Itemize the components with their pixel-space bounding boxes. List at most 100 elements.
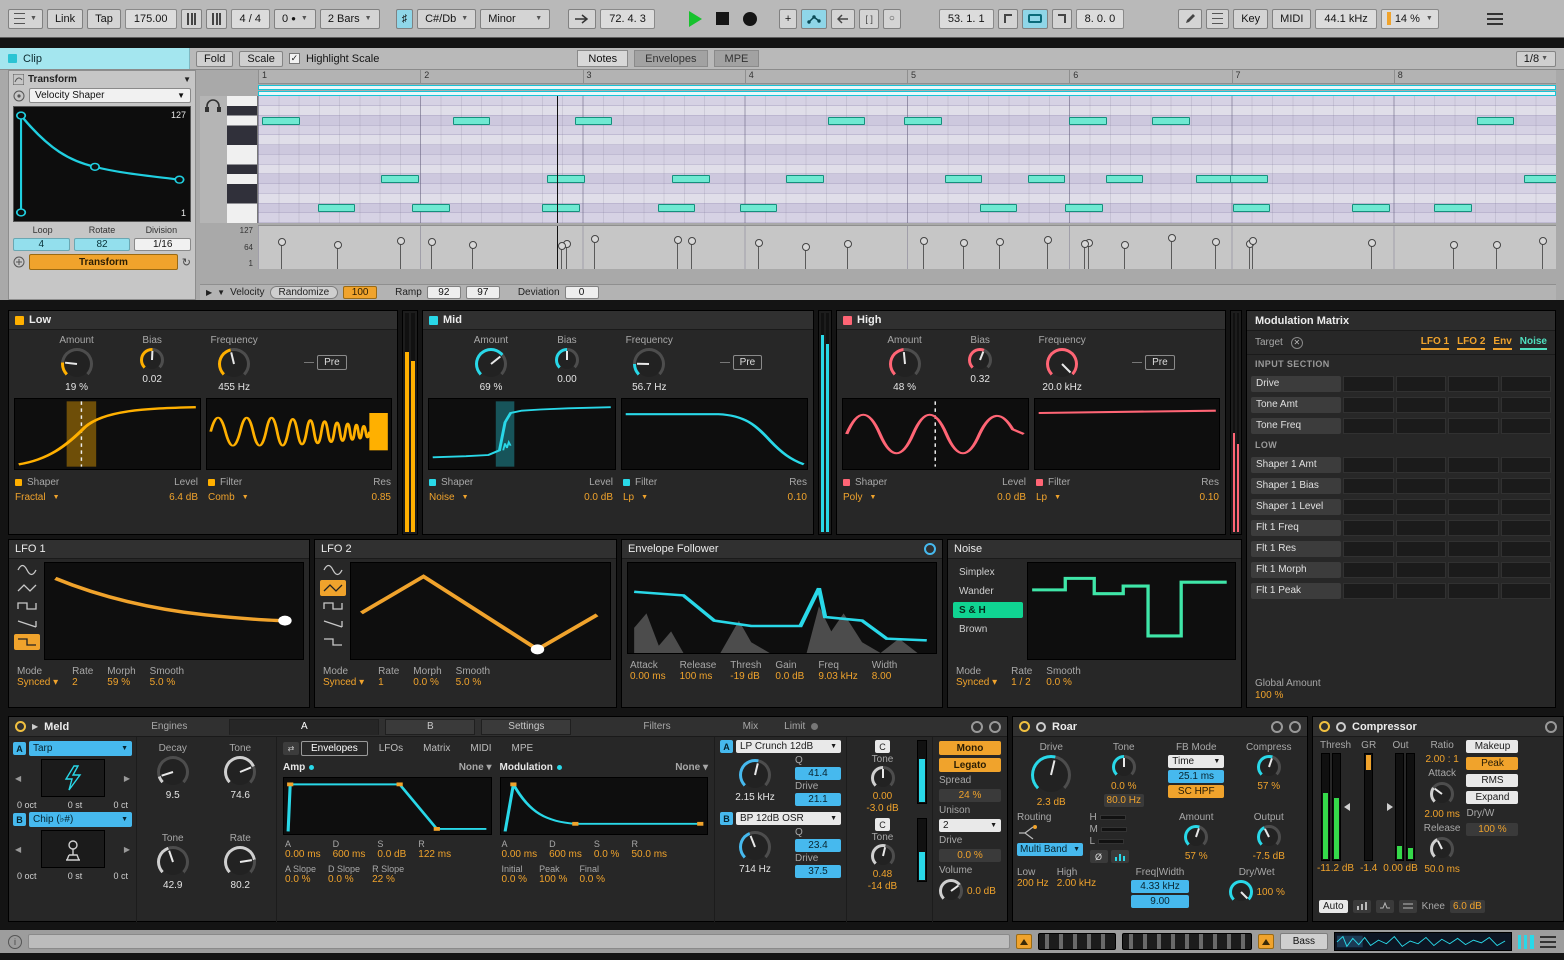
amp-envelope-display[interactable] (283, 777, 492, 835)
param-value[interactable]: 8.00 (872, 671, 898, 682)
midi-note[interactable] (318, 204, 356, 212)
fb-time-value[interactable]: 25.1 ms (1168, 770, 1224, 783)
bias-knob[interactable] (140, 348, 164, 372)
lfo-shape-triangle-icon[interactable] (320, 580, 346, 596)
velocity-marker[interactable] (1252, 241, 1253, 269)
transform-apply-button[interactable]: Transform (29, 254, 178, 270)
pre-toggle[interactable]: Pre (304, 355, 347, 370)
matrix-cell[interactable] (1501, 457, 1552, 473)
peak-button[interactable]: Peak (1466, 757, 1518, 770)
matrix-cell[interactable] (1396, 376, 1447, 392)
matrix-cell[interactable] (1396, 499, 1447, 515)
rate-value[interactable]: 1 (378, 677, 399, 688)
grid-size-menu[interactable]: 1/8▼ (1516, 51, 1556, 67)
compress-knob[interactable] (1257, 755, 1281, 779)
velocity-marker[interactable] (1453, 245, 1454, 269)
unison-select[interactable]: 2▼ (939, 819, 1001, 832)
transfer-curve-view-icon[interactable] (1353, 900, 1371, 913)
dry-wet-knob[interactable] (1229, 880, 1253, 904)
record-button[interactable] (743, 12, 757, 26)
tab-mpe[interactable]: MPE (714, 50, 760, 67)
matrix-cell[interactable] (1343, 376, 1394, 392)
rms-button[interactable]: RMS (1466, 774, 1518, 787)
grid-icon[interactable] (1206, 9, 1229, 29)
matrix-cell[interactable] (1343, 541, 1394, 557)
amount-value[interactable]: 19 % (65, 382, 88, 393)
matrix-target-name[interactable]: Flt 1 Res (1251, 541, 1341, 557)
macro-knob[interactable] (157, 756, 189, 788)
output-knob[interactable] (1257, 825, 1281, 849)
matrix-cell[interactable] (1501, 478, 1552, 494)
frequency-knob[interactable] (1046, 348, 1078, 380)
midi-note[interactable] (828, 117, 866, 125)
transform-section-header[interactable]: Transform▼ (13, 74, 191, 85)
options-menu-icon[interactable]: ▼ (8, 9, 43, 29)
nudge-up-icon[interactable] (206, 9, 227, 29)
volume-value[interactable]: 0.0 dB (967, 886, 996, 897)
legato-button[interactable]: Legato (939, 758, 1001, 772)
input-meter-l[interactable] (1321, 753, 1330, 861)
noise-waveform-display[interactable] (1027, 562, 1236, 660)
velocity-marker[interactable] (594, 239, 595, 269)
ab-compare-icon[interactable] (1036, 722, 1046, 732)
tempo-display[interactable]: 175.00 (125, 9, 177, 29)
matrix-cell[interactable] (1396, 418, 1447, 434)
key-map-button[interactable]: Key (1233, 9, 1268, 29)
cent-value[interactable]: 0 ct (113, 800, 128, 810)
global-amount-value[interactable]: 100 % (1255, 690, 1547, 701)
subtab-midi[interactable]: MIDI (461, 741, 500, 756)
draw-mode-icon[interactable] (1178, 9, 1202, 29)
route-b-button[interactable]: C (875, 818, 890, 831)
rotate-value[interactable]: 82 (74, 238, 131, 251)
res-value[interactable]: 0.10 (788, 492, 807, 503)
amount-knob[interactable] (889, 348, 921, 380)
shaper-display[interactable] (14, 398, 201, 470)
out-value[interactable]: 0.00 dB (1383, 863, 1417, 874)
volume-knob[interactable] (939, 879, 963, 903)
param-value[interactable]: 0.00 ms (285, 849, 321, 860)
re-enable-automation-icon[interactable] (831, 9, 855, 29)
hot-swap-icon[interactable] (1271, 721, 1283, 733)
save-preset-icon[interactable] (989, 721, 1001, 733)
auto-release-button[interactable]: Auto (1319, 900, 1348, 913)
velocity-marker[interactable] (400, 241, 401, 269)
matrix-cell[interactable] (1448, 418, 1499, 434)
next-engine-icon[interactable]: ▶ (124, 774, 130, 783)
amount-value[interactable]: 69 % (480, 382, 503, 393)
limit-toggle[interactable] (811, 723, 818, 730)
param-value[interactable]: 0.0 % (579, 874, 605, 885)
scale-button[interactable]: Scale (239, 51, 283, 67)
midi-note[interactable] (1352, 204, 1390, 212)
hot-swap-icon[interactable] (971, 721, 983, 733)
randomize-amount[interactable]: 100 (343, 286, 377, 299)
randomize-button[interactable]: Randomize (270, 286, 339, 299)
q-value[interactable]: 41.4 (795, 767, 841, 780)
subtab-envelopes[interactable]: Envelopes (301, 741, 368, 756)
midi-note[interactable] (381, 175, 419, 183)
stop-button[interactable] (716, 12, 729, 25)
param-value[interactable]: 0.0 % (328, 874, 360, 885)
midi-note[interactable] (1230, 175, 1268, 183)
matrix-cell[interactable] (1448, 397, 1499, 413)
midi-note[interactable] (658, 204, 696, 212)
compress-value[interactable]: 57 % (1257, 781, 1280, 792)
semitone-value[interactable]: 0 st (68, 800, 83, 810)
macro-value[interactable]: 74.6 (231, 790, 250, 801)
matrix-cell[interactable] (1501, 541, 1552, 557)
meter-view-button[interactable] (1111, 850, 1129, 863)
velocity-marker[interactable] (1542, 241, 1543, 269)
matrix-cell[interactable] (1396, 520, 1447, 536)
velocity-marker[interactable] (758, 243, 759, 269)
scale-mode-icon[interactable]: ♯ (396, 9, 414, 29)
filter-b-freq-value[interactable]: 714 Hz (739, 864, 771, 875)
noise-type-simplex[interactable]: Simplex (953, 564, 1023, 580)
width-value[interactable]: 9.00 (1131, 895, 1189, 908)
matrix-target-name[interactable]: Tone Amt (1251, 397, 1341, 413)
matrix-cell[interactable] (1501, 562, 1552, 578)
lfo-shape-sample-hold-icon[interactable] (14, 634, 40, 650)
velocity-marker[interactable] (472, 245, 473, 269)
spread-value[interactable]: 24 % (939, 789, 1001, 802)
mini-clip-display-2[interactable] (1122, 933, 1252, 950)
midi-note[interactable] (1233, 204, 1271, 212)
frequency-value[interactable]: 56.7 Hz (632, 382, 666, 393)
